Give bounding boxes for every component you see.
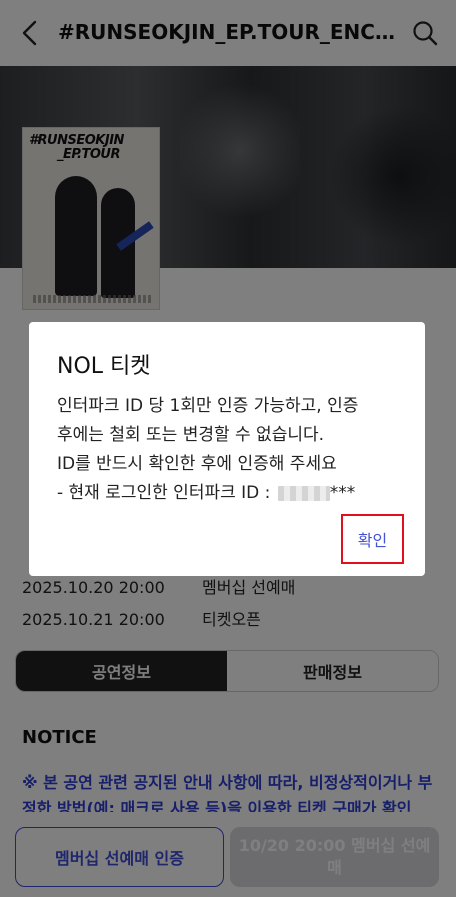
dialog-message: 인터파크 ID 당 1회만 인증 가능하고, 인증 후에는 철회 또는 변경할 … (57, 392, 407, 508)
dialog-message-line: ID를 반드시 확인한 후에 인증해 주세요 (57, 454, 337, 474)
dialog-message-line: - 현재 로그인한 인터파크 ID : *** (57, 479, 407, 508)
dialog-title: NOL 티켓 (57, 354, 151, 379)
confirm-button[interactable]: 확인 (341, 514, 404, 564)
alert-dialog: NOL 티켓 인터파크 ID 당 1회만 인증 가능하고, 인증 후에는 철회 … (29, 322, 425, 576)
dialog-message-line: 후에는 철회 또는 변경할 수 없습니다. (57, 425, 325, 445)
masked-id-suffix: *** (329, 483, 356, 503)
dialog-message-line: 인터파크 ID 당 1회만 인증 가능하고, 인증 (57, 396, 359, 416)
login-id-label: - 현재 로그인한 인터파크 ID : (57, 483, 271, 503)
masked-id (277, 485, 330, 501)
